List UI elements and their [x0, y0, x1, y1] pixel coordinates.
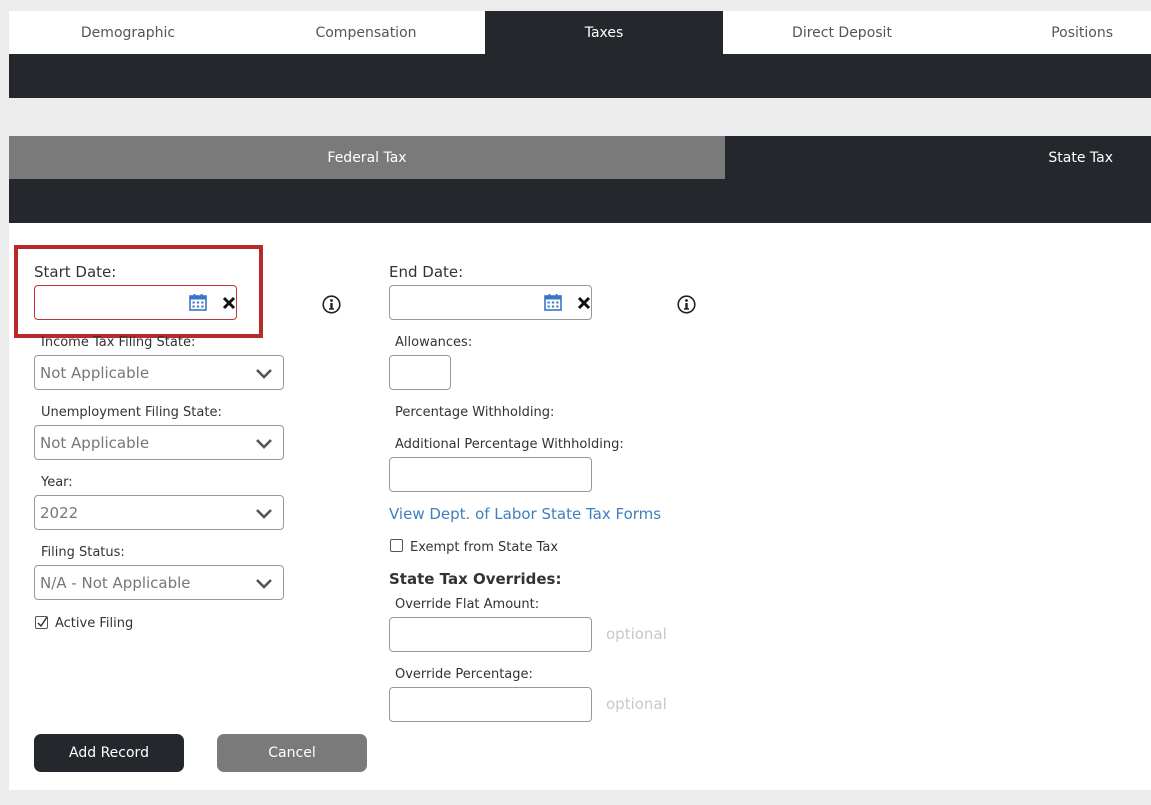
- clear-icon[interactable]: [577, 295, 591, 314]
- percentage-withholding-label: Percentage Withholding:: [395, 405, 555, 420]
- tab-positions[interactable]: Positions: [961, 11, 1151, 54]
- tax-subtabs: Federal Tax State Tax: [9, 136, 1151, 179]
- year-label: Year:: [41, 475, 73, 490]
- year-value: 2022: [40, 503, 79, 522]
- additional-percentage-input[interactable]: [389, 457, 592, 492]
- allowances-label: Allowances:: [395, 335, 473, 350]
- subtab-federal-tax[interactable]: Federal Tax: [9, 136, 725, 179]
- unemployment-state-select[interactable]: Not Applicable: [34, 425, 284, 460]
- highlight-box: [14, 245, 263, 338]
- override-pct-label: Override Percentage:: [395, 667, 533, 682]
- filing-status-select[interactable]: N/A - Not Applicable: [34, 565, 284, 600]
- chevron-down-icon: [255, 504, 273, 526]
- add-record-button[interactable]: Add Record: [34, 734, 184, 772]
- active-filing-label: Active Filing: [55, 616, 134, 631]
- chevron-down-icon: [255, 364, 273, 386]
- optional-hint: optional: [606, 625, 667, 643]
- info-icon[interactable]: [677, 295, 696, 318]
- override-pct-input[interactable]: [389, 687, 592, 722]
- year-select[interactable]: 2022: [34, 495, 284, 530]
- active-filing-checkbox[interactable]: [35, 616, 48, 629]
- end-date-input[interactable]: [389, 285, 592, 320]
- unemployment-state-label: Unemployment Filing State:: [41, 405, 222, 420]
- unemployment-state-value: Not Applicable: [40, 433, 150, 452]
- subtab-state-tax[interactable]: State Tax: [725, 136, 1151, 179]
- cancel-button[interactable]: Cancel: [217, 734, 367, 772]
- income-tax-state-value: Not Applicable: [40, 363, 150, 382]
- chevron-down-icon: [255, 434, 273, 456]
- override-flat-label: Override Flat Amount:: [395, 597, 540, 612]
- dol-tax-forms-link[interactable]: View Dept. of Labor State Tax Forms: [389, 505, 661, 523]
- filing-status-value: N/A - Not Applicable: [40, 573, 191, 592]
- exempt-label: Exempt from State Tax: [410, 540, 559, 555]
- optional-hint: optional: [606, 695, 667, 713]
- additional-percentage-label: Additional Percentage Withholding:: [395, 437, 624, 452]
- calendar-icon[interactable]: [544, 293, 562, 315]
- tab-compensation[interactable]: Compensation: [247, 11, 485, 54]
- info-icon[interactable]: [322, 295, 341, 318]
- tab-band: [9, 54, 1151, 98]
- subtab-band: [9, 179, 1151, 223]
- exempt-checkbox[interactable]: [390, 539, 403, 552]
- overrides-heading: State Tax Overrides:: [389, 570, 562, 588]
- chevron-down-icon: [255, 574, 273, 596]
- income-tax-state-label: Income Tax Filing State:: [41, 335, 196, 350]
- tab-taxes[interactable]: Taxes: [485, 11, 723, 54]
- tab-direct-deposit[interactable]: Direct Deposit: [723, 11, 961, 54]
- override-flat-input[interactable]: [389, 617, 592, 652]
- allowances-input[interactable]: [389, 355, 451, 390]
- main-tabs: Demographic Compensation Taxes Direct De…: [9, 11, 1151, 54]
- end-date-label: End Date:: [389, 263, 464, 281]
- tab-demographic[interactable]: Demographic: [9, 11, 247, 54]
- income-tax-state-select[interactable]: Not Applicable: [34, 355, 284, 390]
- filing-status-label: Filing Status:: [41, 545, 125, 560]
